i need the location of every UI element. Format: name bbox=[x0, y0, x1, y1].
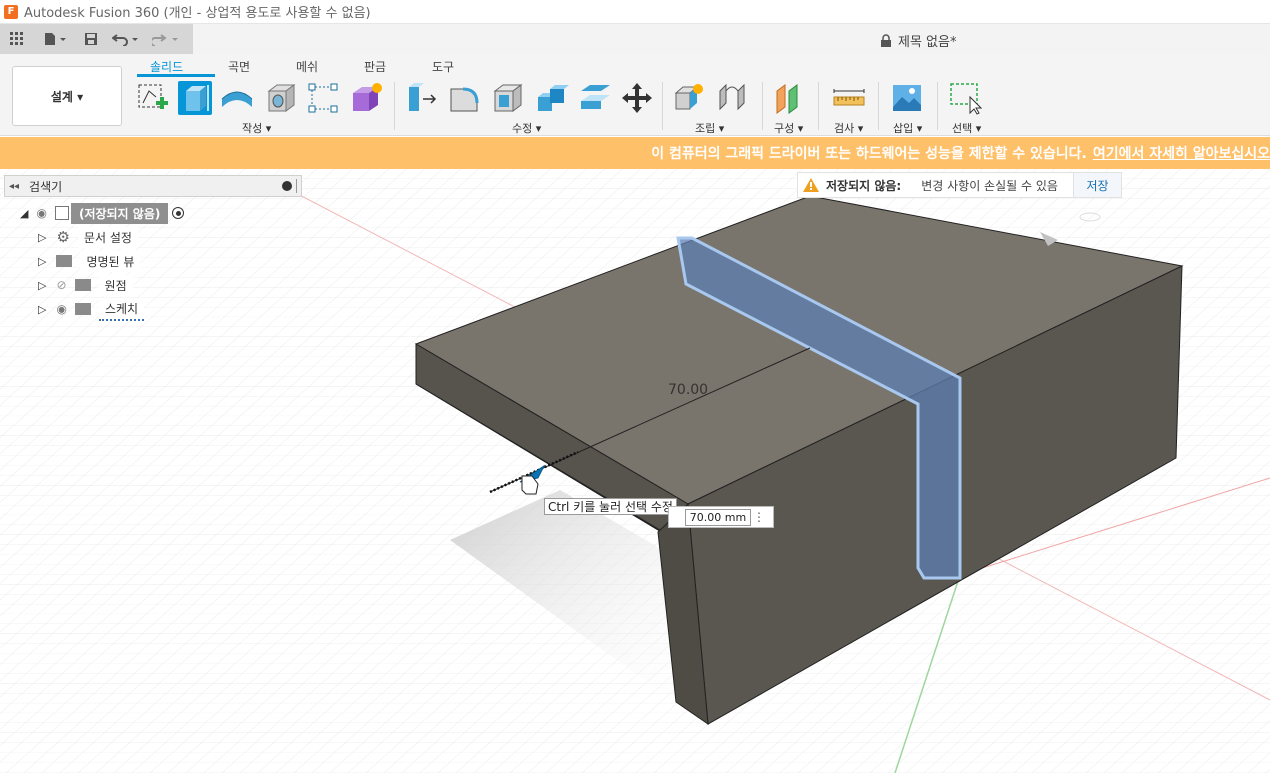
create-group-label[interactable]: 작성 ▾ bbox=[242, 120, 271, 136]
toolbar-separator bbox=[662, 82, 663, 130]
browser-item-named-views[interactable]: ▷ 명명된 뷰 bbox=[38, 250, 141, 272]
fusion-logo-icon: F bbox=[4, 4, 18, 19]
workspace-switcher[interactable]: 설계 ▾ bbox=[12, 66, 122, 126]
browser-title: 검색기 bbox=[29, 179, 63, 194]
document-title-text: 제목 없음* bbox=[898, 35, 957, 50]
toolbar-separator bbox=[762, 82, 763, 130]
modify-group-label[interactable]: 수정 ▾ bbox=[512, 120, 541, 136]
document-icon bbox=[54, 206, 69, 220]
expand-arrow-icon[interactable]: ▷ bbox=[38, 231, 46, 244]
inspect-group-label[interactable]: 검사 ▾ bbox=[834, 120, 863, 136]
browser-resize-icon[interactable] bbox=[296, 179, 297, 193]
file-menu-icon[interactable] bbox=[34, 24, 76, 54]
viewport-scene bbox=[0, 169, 1270, 773]
insert-group-label[interactable]: 삽입 ▾ bbox=[893, 120, 922, 136]
visibility-eye-icon[interactable]: ◉ bbox=[56, 302, 66, 316]
visibility-eye-icon[interactable]: ◉ bbox=[36, 206, 46, 220]
browser-item-label: 문서 설정 bbox=[77, 226, 138, 248]
active-tab-indicator bbox=[137, 74, 215, 77]
browser-item-label: 스케치 bbox=[98, 297, 145, 321]
title-bar: F Autodesk Fusion 360 (개인 - 상업적 용도로 사용할 … bbox=[0, 0, 1270, 24]
save-button[interactable]: 저장 bbox=[1073, 173, 1121, 197]
save-icon[interactable] bbox=[76, 24, 106, 54]
assemble-group-label[interactable]: 조립 ▾ bbox=[695, 120, 724, 136]
offset-plane-icon[interactable] bbox=[773, 81, 807, 115]
unsaved-changes-notice: 저장되지 않음: 변경 사항이 손실될 수 있음 저장 bbox=[797, 172, 1122, 198]
tab-sheet-metal[interactable]: 판금 bbox=[364, 58, 386, 75]
expand-arrow-icon[interactable]: ▷ bbox=[38, 255, 46, 268]
tab-solid[interactable]: 솔리드 bbox=[150, 58, 183, 75]
toolbar-separator bbox=[818, 82, 819, 130]
offset-face-icon[interactable] bbox=[578, 81, 612, 115]
toolbar: 설계 ▾ 솔리드 곡면 메쉬 판금 도구 작성 ▾ 수정 ▾ 조립 ▾ 구성 ▾… bbox=[0, 54, 1270, 136]
document-title: 제목 없음* bbox=[880, 31, 956, 50]
toolbar-separator bbox=[878, 82, 879, 130]
folder-icon bbox=[74, 303, 91, 315]
browser-item-label: 원점 bbox=[98, 274, 133, 296]
unsaved-message: 변경 사항이 손실될 수 있음 bbox=[921, 178, 1058, 193]
collapse-arrow-icon[interactable]: ◢ bbox=[20, 207, 28, 220]
browser-item-sketches[interactable]: ▷ ◉ 스케치 bbox=[38, 297, 145, 321]
redo-icon[interactable] bbox=[146, 24, 186, 54]
selection-tooltip: Ctrl 키를 눌러 선택 수정 bbox=[544, 498, 677, 515]
banner-learn-more-link[interactable]: 여기에서 자세히 알아보십시오 bbox=[1093, 143, 1270, 163]
toolbar-separator bbox=[937, 82, 938, 130]
data-panel-grid-icon[interactable] bbox=[0, 24, 34, 54]
viewport-canvas[interactable] bbox=[0, 169, 1270, 773]
window-title: Autodesk Fusion 360 (개인 - 상업적 용도로 사용할 수 … bbox=[24, 6, 371, 21]
select-window-icon[interactable] bbox=[948, 81, 982, 115]
expand-arrow-icon[interactable]: ▷ bbox=[38, 279, 46, 292]
pattern-icon[interactable] bbox=[306, 81, 340, 115]
construct-group-label[interactable]: 구성 ▾ bbox=[774, 120, 803, 136]
unsaved-label: 저장되지 않음: bbox=[826, 178, 902, 193]
insert-canvas-icon[interactable] bbox=[890, 81, 924, 115]
activate-radio-icon[interactable] bbox=[172, 207, 185, 219]
lock-icon bbox=[881, 34, 891, 47]
browser-item-document-settings[interactable]: ▷ ⚙ 문서 설정 bbox=[38, 226, 138, 248]
revolve-icon[interactable] bbox=[220, 81, 254, 115]
hole-icon[interactable] bbox=[264, 81, 298, 115]
quick-access-bar: 제목 없음* bbox=[0, 24, 1270, 54]
hidden-eye-icon[interactable]: ⊘ bbox=[56, 278, 66, 292]
create-form-icon[interactable] bbox=[350, 81, 384, 115]
tab-mesh[interactable]: 메쉬 bbox=[296, 58, 318, 75]
folder-icon bbox=[74, 279, 91, 291]
folder-icon bbox=[56, 255, 73, 267]
browser-panel-header: ◂◂ 검색기 bbox=[4, 175, 302, 197]
combine-icon[interactable] bbox=[535, 81, 569, 115]
toolbar-separator bbox=[394, 82, 395, 130]
fillet-icon[interactable] bbox=[447, 81, 481, 115]
shell-icon[interactable] bbox=[491, 81, 525, 115]
create-sketch-icon[interactable] bbox=[136, 81, 170, 115]
extrude-icon[interactable] bbox=[178, 81, 212, 115]
dimension-input-field[interactable]: 70.00 mm bbox=[685, 508, 751, 526]
browser-root-label: (저장되지 않음) bbox=[70, 202, 169, 224]
new-component-icon[interactable] bbox=[673, 81, 707, 115]
gear-icon: ⚙ bbox=[56, 228, 70, 246]
dimension-input-box: 70.00 mm ⋮ bbox=[668, 506, 774, 528]
performance-warning-banner: 이 컴퓨터의 그래픽 드라이버 또는 하드웨어는 성능을 제한할 수 있습니다.… bbox=[0, 137, 1270, 169]
browser-root-row[interactable]: ◢ ◉ (저장되지 않음) bbox=[20, 202, 185, 224]
quick-access-tools bbox=[0, 24, 193, 54]
joint-icon[interactable] bbox=[716, 81, 750, 115]
browser-pin-icon[interactable] bbox=[282, 181, 292, 191]
more-options-icon[interactable]: ⋮ bbox=[753, 511, 765, 523]
undo-icon[interactable] bbox=[106, 24, 146, 54]
browser-item-label: 명명된 뷰 bbox=[80, 250, 141, 272]
dimension-value-label: 70.00 bbox=[668, 382, 709, 398]
move-copy-icon[interactable] bbox=[620, 81, 654, 115]
browser-item-origin[interactable]: ▷ ⊘ 원점 bbox=[38, 274, 133, 296]
tab-tools[interactable]: 도구 bbox=[432, 58, 454, 75]
tab-surface[interactable]: 곡면 bbox=[228, 58, 250, 75]
press-pull-icon[interactable] bbox=[405, 81, 439, 115]
expand-arrow-icon[interactable]: ▷ bbox=[38, 303, 46, 316]
measure-icon[interactable] bbox=[832, 81, 866, 115]
select-group-label[interactable]: 선택 ▾ bbox=[952, 120, 981, 136]
collapse-browser-icon[interactable]: ◂◂ bbox=[9, 181, 19, 192]
warning-icon bbox=[803, 178, 819, 192]
banner-message: 이 컴퓨터의 그래픽 드라이버 또는 하드웨어는 성능을 제한할 수 있습니다. bbox=[651, 146, 1087, 162]
